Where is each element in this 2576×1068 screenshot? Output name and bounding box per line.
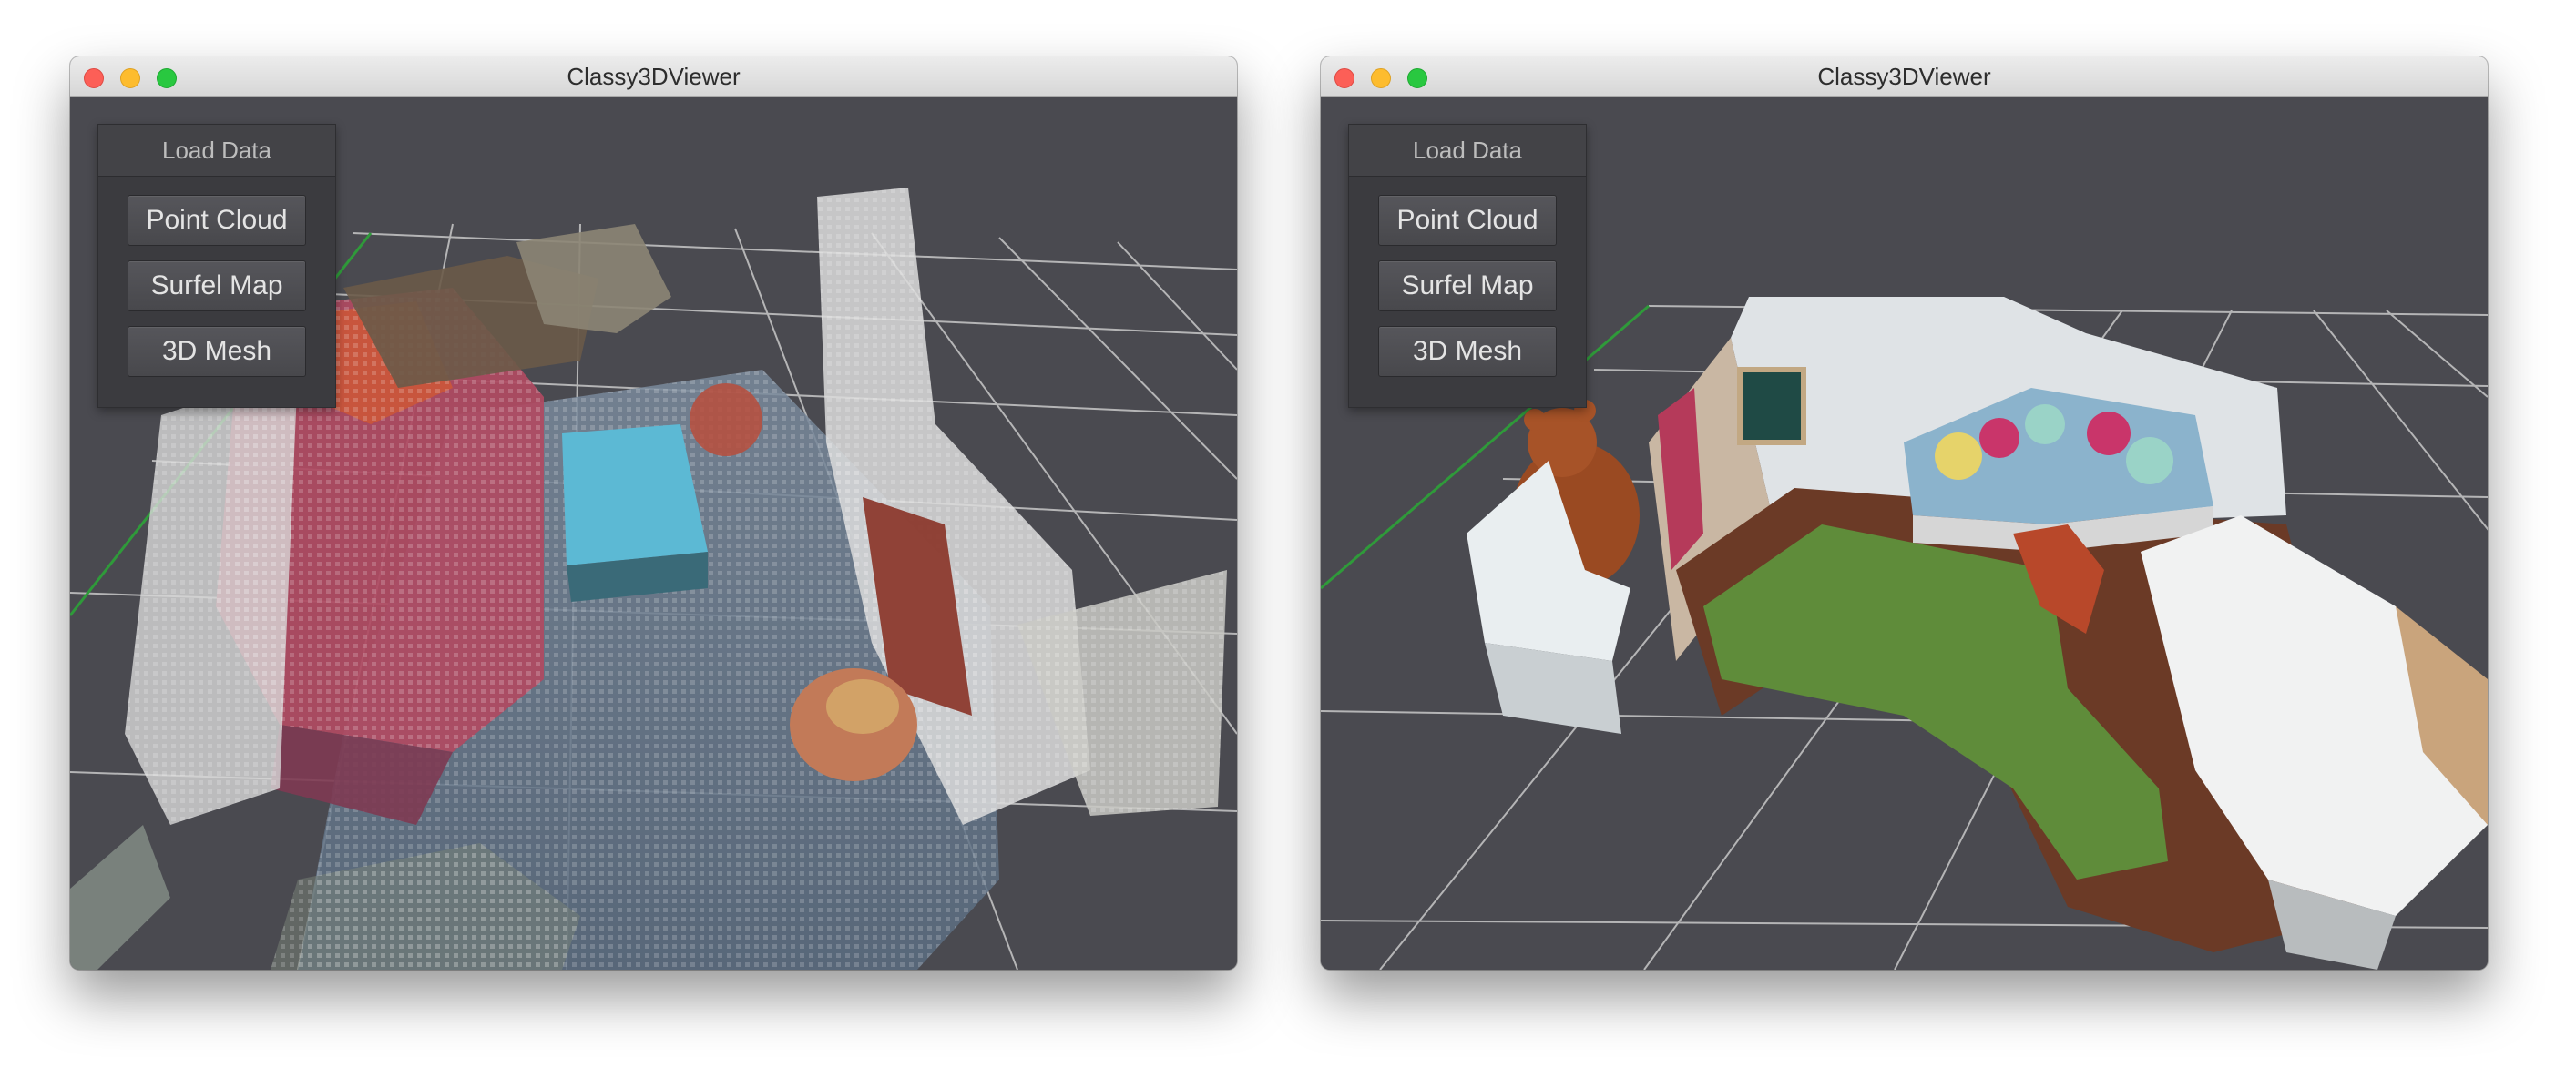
title-bar[interactable]: Classy3DViewer xyxy=(1321,56,2488,97)
title-bar[interactable]: Classy3DViewer xyxy=(70,56,1237,97)
3d-mesh-button[interactable]: 3D Mesh xyxy=(128,326,306,377)
panel-header: Load Data xyxy=(1349,125,1586,177)
3d-viewport[interactable]: Load Data Point Cloud Surfel Map 3D Mesh xyxy=(70,97,1237,970)
window-title: Classy3DViewer xyxy=(1817,63,1991,90)
surfel-map-button[interactable]: Surfel Map xyxy=(1378,260,1557,311)
3d-mesh-button[interactable]: 3D Mesh xyxy=(1378,326,1557,377)
load-data-panel: Load Data Point Cloud Surfel Map 3D Mesh xyxy=(97,124,336,408)
point-cloud-button[interactable]: Point Cloud xyxy=(128,195,306,246)
load-data-panel: Load Data Point Cloud Surfel Map 3D Mesh xyxy=(1348,124,1587,408)
panel-header: Load Data xyxy=(98,125,335,177)
surfel-map-button[interactable]: Surfel Map xyxy=(128,260,306,311)
viewer-window-mesh: Classy3DViewer Load Data Point Cloud Sur… xyxy=(1321,56,2488,970)
viewer-window-point-cloud: Classy3DViewer Load Data Point Cloud Sur… xyxy=(70,56,1237,970)
desktop: Classy3DViewer Load Data Point Cloud Sur… xyxy=(0,0,2576,1068)
point-cloud-button[interactable]: Point Cloud xyxy=(1378,195,1557,246)
window-title: Classy3DViewer xyxy=(567,63,741,90)
3d-viewport[interactable]: Load Data Point Cloud Surfel Map 3D Mesh xyxy=(1321,97,2488,970)
